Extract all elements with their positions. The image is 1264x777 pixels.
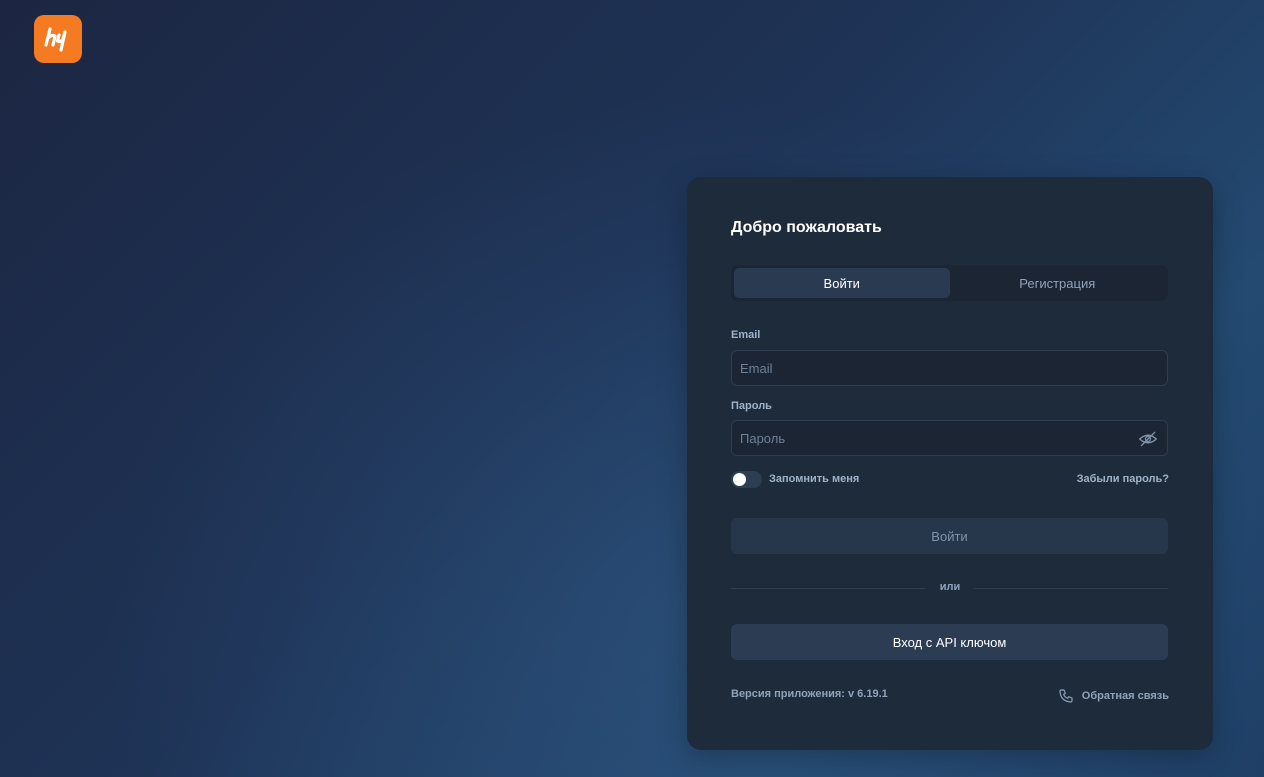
toggle-knob	[733, 473, 746, 486]
auth-tabs: Войти Регистрация	[731, 265, 1168, 301]
login-title: Добро пожаловать	[731, 219, 882, 236]
remember-toggle[interactable]	[731, 471, 762, 488]
api-key-login-button[interactable]: Вход с API ключом	[731, 624, 1168, 660]
divider-right	[974, 588, 1168, 589]
feedback-link[interactable]: Обратная связь	[1058, 688, 1169, 704]
login-card: Добро пожаловать Войти Регистрация Email…	[687, 177, 1213, 750]
eye-off-icon[interactable]	[1138, 429, 1158, 449]
brand-logo	[34, 15, 82, 63]
password-field[interactable]: Пароль	[731, 420, 1168, 456]
password-label: Пароль	[731, 400, 772, 412]
brand-logo-icon	[44, 27, 67, 52]
app-version: Версия приложения: v 6.19.1	[731, 688, 888, 700]
forgot-password-link[interactable]: Забыли пароль?	[1077, 473, 1169, 485]
password-placeholder: Пароль	[740, 430, 786, 446]
feedback-label: Обратная связь	[1081, 690, 1169, 702]
tab-register[interactable]: Регистрация	[950, 268, 1166, 298]
tab-login[interactable]: Войти	[734, 268, 950, 298]
login-button[interactable]: Войти	[731, 518, 1168, 554]
divider-label: или	[939, 581, 961, 593]
email-field[interactable]: Email	[731, 350, 1168, 386]
email-label: Email	[731, 329, 761, 341]
phone-icon	[1059, 689, 1073, 703]
email-placeholder: Email	[740, 360, 773, 376]
remember-label: Запомнить меня	[769, 473, 860, 485]
